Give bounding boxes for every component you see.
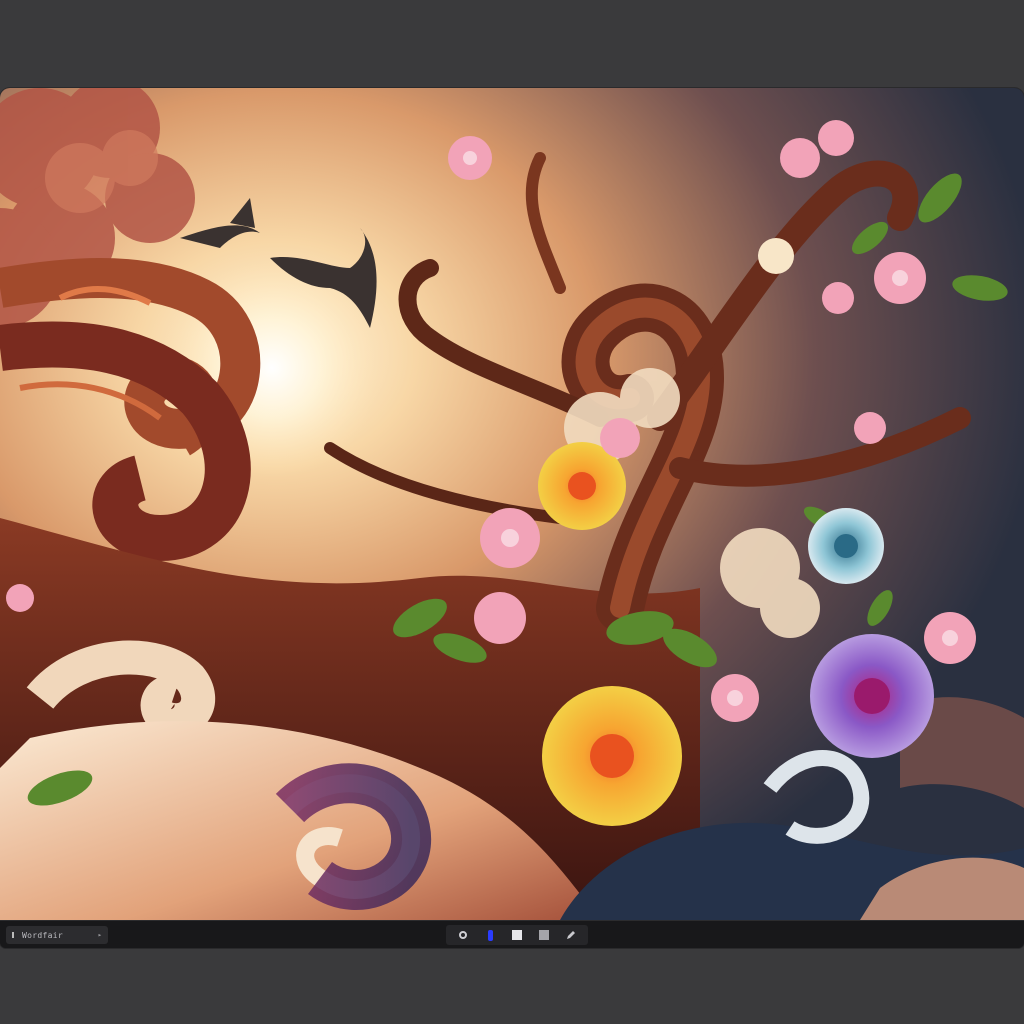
file-name-label: Wordfair bbox=[22, 930, 63, 940]
handle-icon bbox=[12, 932, 14, 938]
pencil-tool-button[interactable] bbox=[564, 928, 578, 942]
pen-tool-button[interactable] bbox=[483, 928, 497, 942]
record-tool-button[interactable] bbox=[456, 928, 470, 942]
image-canvas[interactable] bbox=[0, 88, 1024, 920]
circle-icon bbox=[459, 931, 468, 939]
desktop-background: Wordfair ▸ bbox=[0, 0, 1024, 1024]
violet-flower bbox=[810, 634, 934, 758]
square-icon bbox=[538, 930, 549, 940]
gray-square-tool-button[interactable] bbox=[537, 928, 551, 942]
status-bar: Wordfair ▸ bbox=[0, 920, 1024, 948]
cream-flower bbox=[758, 238, 794, 274]
image-viewer-window: Wordfair ▸ bbox=[0, 88, 1024, 948]
square-icon bbox=[511, 930, 522, 940]
light-square-tool-button[interactable] bbox=[510, 928, 524, 942]
pencil-icon bbox=[566, 931, 575, 939]
artwork-image bbox=[0, 88, 1024, 920]
blue-flower bbox=[808, 508, 884, 584]
chevron-right-icon: ▸ bbox=[97, 931, 102, 939]
pen-icon bbox=[487, 929, 493, 941]
file-name-chip[interactable]: Wordfair ▸ bbox=[6, 926, 108, 944]
yellow-flower-large bbox=[542, 686, 682, 826]
annotation-toolbar bbox=[446, 925, 588, 945]
